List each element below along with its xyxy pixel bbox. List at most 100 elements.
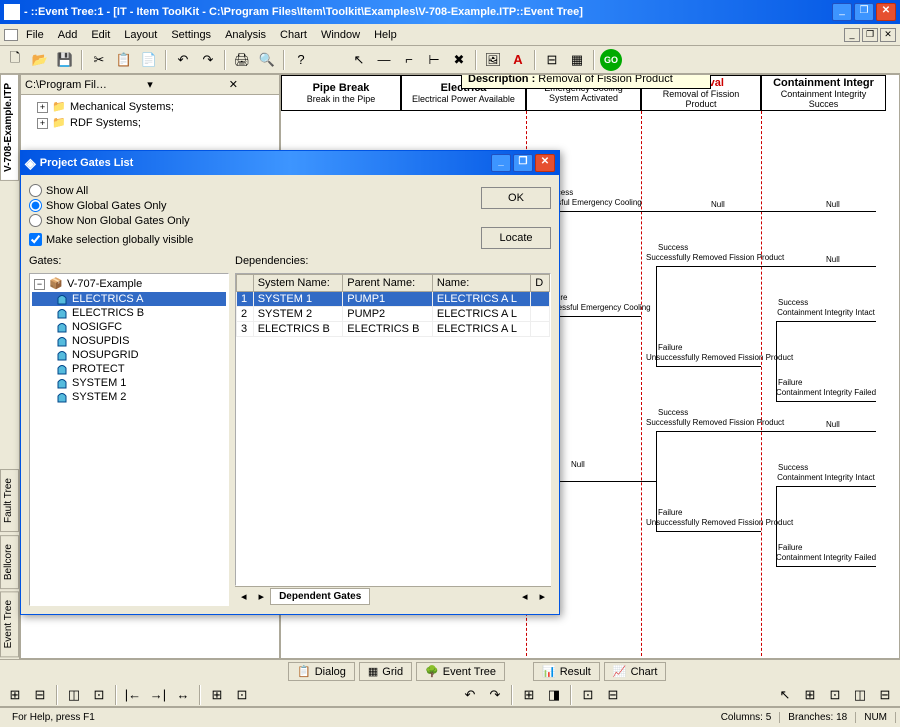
tool-9[interactable]: ⊡ — [231, 684, 253, 706]
et-column-header[interactable]: Pipe BreakBreak in the Pipe — [281, 75, 401, 111]
tool-e[interactable]: ⊡ — [577, 684, 599, 706]
expand-icon[interactable]: + — [37, 102, 48, 113]
table-header[interactable]: Name: — [432, 275, 530, 292]
gate-item[interactable]: PROTECT — [32, 362, 226, 376]
menu-file[interactable]: File — [20, 27, 50, 43]
go-button[interactable]: GO — [600, 49, 622, 71]
tool-i[interactable]: ⊡ — [824, 684, 846, 706]
cut-button[interactable]: ✂ — [88, 49, 110, 71]
dependencies-table[interactable]: System Name:Parent Name:Name:D 1SYSTEM 1… — [235, 273, 551, 586]
radio-show-nonglobal[interactable]: Show Non Global Gates Only — [29, 213, 481, 228]
ok-button[interactable]: OK — [481, 187, 551, 209]
mdi-minimize[interactable]: _ — [844, 28, 860, 42]
maximize-button[interactable]: ❐ — [854, 3, 874, 21]
save-button[interactable]: 💾 — [54, 49, 76, 71]
redo-button[interactable]: ↷ — [197, 49, 219, 71]
undo-button[interactable]: ↶ — [172, 49, 194, 71]
tool-7[interactable]: ↔ — [172, 684, 194, 706]
tool-8[interactable]: ⊞ — [206, 684, 228, 706]
tool-j[interactable]: ◫ — [849, 684, 871, 706]
gates-root[interactable]: − 📦 V-707-Example — [32, 276, 226, 292]
gate-item[interactable]: NOSUPDIS — [32, 334, 226, 348]
tool-5[interactable]: |← — [122, 684, 144, 706]
copy-button[interactable]: 📋 — [113, 49, 135, 71]
tool-f[interactable]: ⊟ — [602, 684, 624, 706]
radio-show-all[interactable]: Show All — [29, 183, 481, 198]
close-button[interactable]: ✕ — [876, 3, 896, 21]
table-row[interactable]: 2SYSTEM 2PUMP2ELECTRICS A L — [237, 307, 550, 322]
vtab-fault-tree[interactable]: Fault Tree — [0, 469, 19, 532]
tool-g[interactable]: ↖ — [774, 684, 796, 706]
tab-dialog[interactable]: 📋Dialog — [288, 662, 355, 681]
dialog-close[interactable]: ✕ — [535, 154, 555, 172]
menu-analysis[interactable]: Analysis — [219, 27, 272, 43]
tab-event-tree[interactable]: 🌳Event Tree — [416, 662, 505, 681]
menu-window[interactable]: Window — [315, 27, 366, 43]
gate-item[interactable]: SYSTEM 2 — [32, 390, 226, 404]
line-tool[interactable]: — — [373, 49, 395, 71]
dialog-maximize[interactable]: ❐ — [513, 154, 533, 172]
menu-chart[interactable]: Chart — [274, 27, 313, 43]
align-tool[interactable]: ⊟ — [541, 49, 563, 71]
minimize-button[interactable]: _ — [832, 3, 852, 21]
new-button[interactable]: 🗋 — [4, 49, 26, 71]
table-header[interactable] — [237, 275, 254, 292]
mdi-close[interactable]: ✕ — [880, 28, 896, 42]
tool-c[interactable]: ⊞ — [518, 684, 540, 706]
et-column-header[interactable]: Containment IntegrContainment Integrity … — [761, 75, 886, 111]
radio-show-global[interactable]: Show Global Gates Only — [29, 198, 481, 213]
tool-a[interactable]: ↶ — [459, 684, 481, 706]
gate-item[interactable]: SYSTEM 1 — [32, 376, 226, 390]
menu-add[interactable]: Add — [52, 27, 84, 43]
tool-b[interactable]: ↷ — [484, 684, 506, 706]
tool-h[interactable]: ⊞ — [799, 684, 821, 706]
tool-6[interactable]: →| — [147, 684, 169, 706]
panel-close[interactable]: ✕ — [192, 78, 275, 92]
checkbox-global-visible[interactable]: Make selection globally visible — [29, 232, 481, 247]
open-button[interactable]: 📂 — [29, 49, 51, 71]
gate-item[interactable]: ELECTRICS B — [32, 306, 226, 320]
tree-node-mechanical[interactable]: + 📁 Mechanical Systems; — [25, 99, 275, 115]
branch-tool[interactable]: ⌐ — [398, 49, 420, 71]
text-tool[interactable]: A — [507, 49, 529, 71]
menu-help[interactable]: Help — [368, 27, 403, 43]
dialog-titlebar[interactable]: ◈ Project Gates List _ ❐ ✕ — [21, 151, 559, 175]
dep-tab[interactable]: Dependent Gates — [270, 588, 370, 605]
tree-node-rdf[interactable]: + 📁 RDF Systems; — [25, 115, 275, 131]
tool-1[interactable]: ⊞ — [4, 684, 26, 706]
gate-item[interactable]: ELECTRICS A — [32, 292, 226, 306]
paste-button[interactable]: 📄 — [138, 49, 160, 71]
tool-k[interactable]: ⊟ — [874, 684, 896, 706]
tab-chart[interactable]: 📈Chart — [604, 662, 667, 681]
menu-layout[interactable]: Layout — [118, 27, 163, 43]
menu-settings[interactable]: Settings — [165, 27, 217, 43]
tab-grid[interactable]: ▦Grid — [359, 662, 412, 681]
mdi-restore[interactable]: ❐ — [862, 28, 878, 42]
panel-dropdown[interactable]: ▾ — [108, 78, 191, 92]
gate-item[interactable]: NOSIGFC — [32, 320, 226, 334]
vtab-event-tree[interactable]: Event Tree — [0, 591, 19, 657]
table-row[interactable]: 3ELECTRICS BELECTRICS BELECTRICS A L — [237, 322, 550, 337]
print-button[interactable]: 🖨 — [231, 49, 253, 71]
gates-tree[interactable]: − 📦 V-707-Example ELECTRICS AELECTRICS B… — [29, 273, 229, 606]
table-header[interactable]: System Name: — [253, 275, 343, 292]
tool-2[interactable]: ⊟ — [29, 684, 51, 706]
tool-4[interactable]: ⊡ — [88, 684, 110, 706]
tool-d[interactable]: ◨ — [543, 684, 565, 706]
expand-icon[interactable]: + — [37, 118, 48, 129]
tool-3[interactable]: ◫ — [63, 684, 85, 706]
preview-button[interactable]: 🔍 — [256, 49, 278, 71]
grid-tool[interactable]: ▦ — [566, 49, 588, 71]
tab-result[interactable]: 📊Result — [533, 662, 600, 681]
table-header[interactable]: Parent Name: — [343, 275, 433, 292]
menu-edit[interactable]: Edit — [85, 27, 116, 43]
locate-button[interactable]: Locate — [481, 227, 551, 249]
vtab-file[interactable]: V-708-Example.ITP — [0, 74, 19, 181]
help-button[interactable]: ? — [290, 49, 312, 71]
delete-tool[interactable]: ✖ — [448, 49, 470, 71]
table-row[interactable]: 1SYSTEM 1PUMP1ELECTRICS A L — [237, 292, 550, 307]
table-header[interactable]: D — [531, 275, 550, 292]
connect-tool[interactable]: ⊢ — [423, 49, 445, 71]
gate-item[interactable]: NOSUPGRID — [32, 348, 226, 362]
pointer-tool[interactable]: ↖ — [348, 49, 370, 71]
